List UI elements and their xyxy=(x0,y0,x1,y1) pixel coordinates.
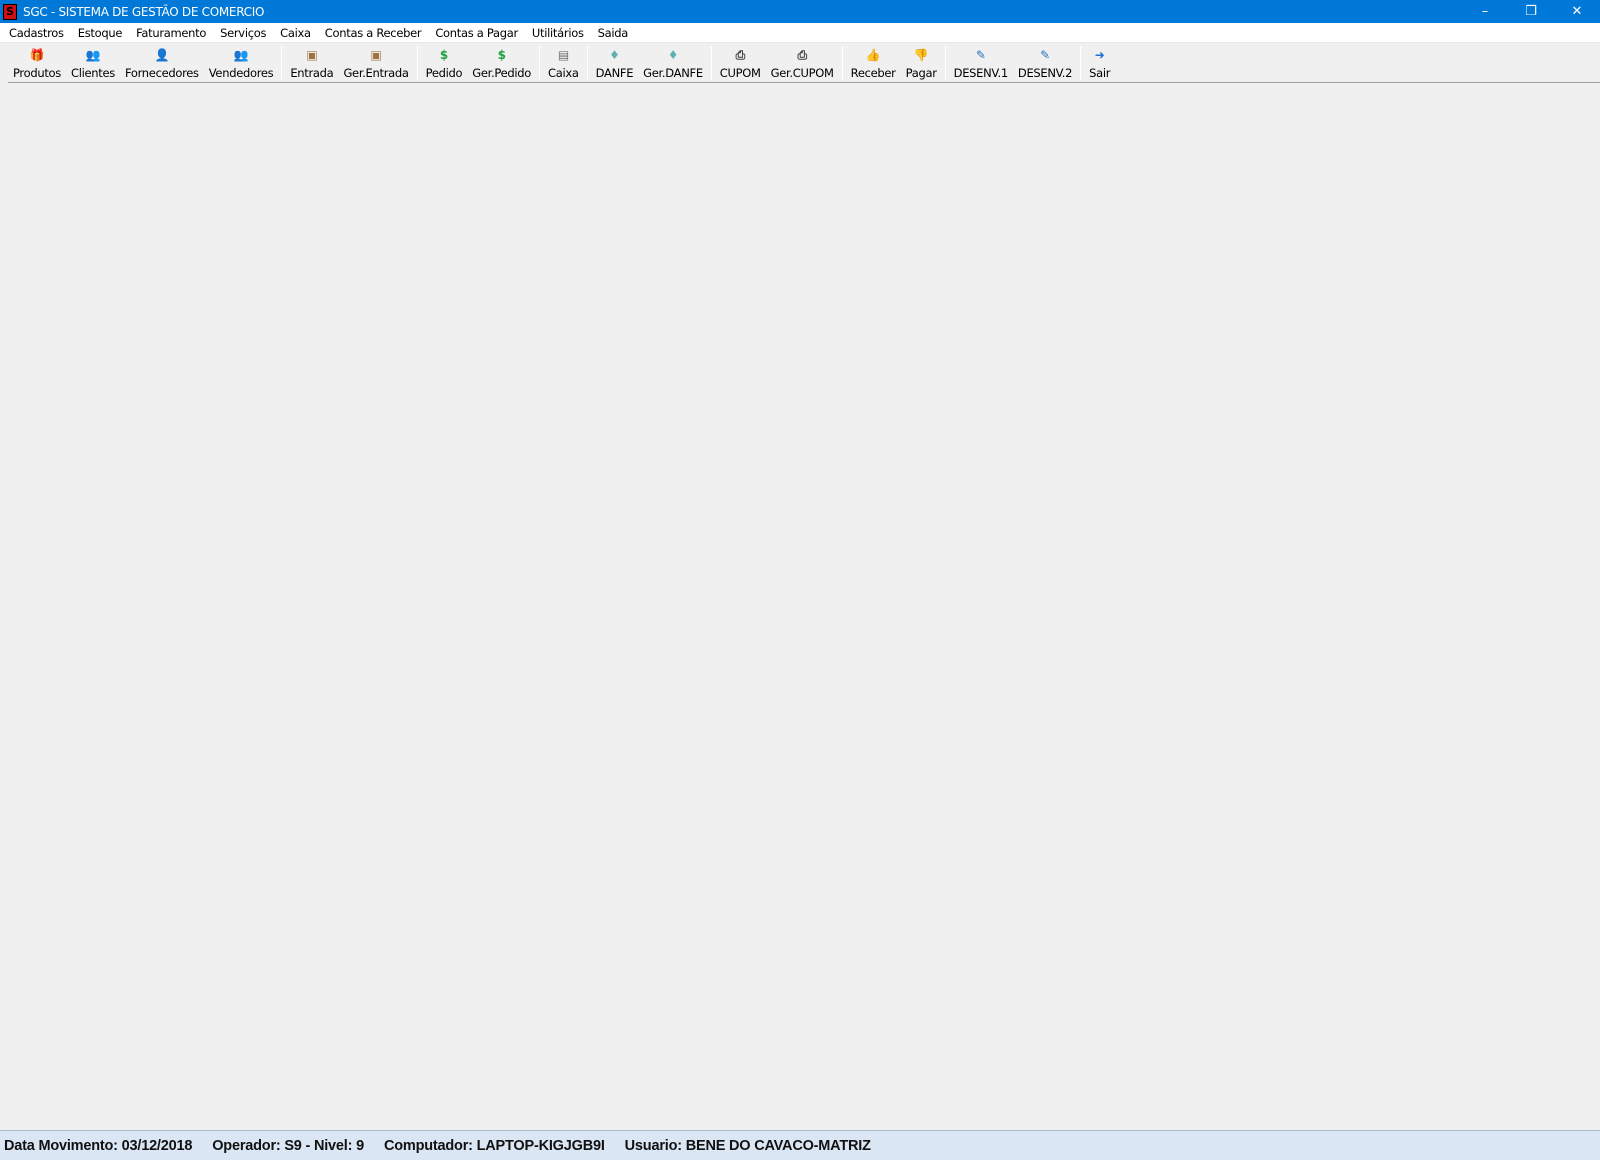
exit-door-icon: ➜ xyxy=(1094,48,1105,62)
toolbar-button-label: Produtos xyxy=(13,66,61,80)
menu-caixa[interactable]: Caixa xyxy=(273,26,318,40)
toolbar-button-desenv-1[interactable]: ✎ DESENV.1 xyxy=(949,46,1013,82)
toolbar-button-label: Clientes xyxy=(70,66,115,80)
toolbar-button-desenv-2[interactable]: ✎ DESENV.2 xyxy=(1013,46,1077,82)
dollar-icon: $ xyxy=(439,48,448,62)
entry-manage-icon: ▣ xyxy=(370,48,382,62)
toolbar-button-receber[interactable]: 👍 Receber xyxy=(846,46,901,82)
toolbar-button-label: DESENV.2 xyxy=(1017,66,1073,80)
menu-contas-a-receber[interactable]: Contas a Receber xyxy=(318,26,429,40)
users-icon: 👥 xyxy=(85,48,101,62)
toolbar-separator xyxy=(841,46,843,80)
toolbar-button-clientes[interactable]: 👥 Clientes xyxy=(66,46,120,82)
restore-button[interactable]: ❐ xyxy=(1508,0,1554,23)
toolbar-button-pagar[interactable]: 👎 Pagar xyxy=(901,46,942,82)
developer-2-icon: ✎ xyxy=(1040,48,1050,62)
toolbar-separator xyxy=(944,46,946,80)
printer-icon: ⎙ xyxy=(735,48,746,62)
toolbar-button-label: Caixa xyxy=(548,66,579,80)
toolbar-button-ger-cupom[interactable]: ⎙ Ger.CUPOM xyxy=(766,46,839,82)
toolbar-button-produtos[interactable]: 🎁 Produtos xyxy=(8,46,66,82)
toolbar-separator xyxy=(416,46,418,80)
toolbar-button-label: Fornecedores xyxy=(124,66,199,80)
toolbar-button-label: Entrada xyxy=(290,66,334,80)
toolbar-button-sair[interactable]: ➜ Sair xyxy=(1084,46,1115,82)
toolbar-button-label: DESENV.1 xyxy=(953,66,1009,80)
toolbar-button-ger-entrada[interactable]: ▣ Ger.Entrada xyxy=(338,46,413,82)
menu-cadastros[interactable]: Cadastros xyxy=(2,26,71,40)
toolbar-button-label: Ger.CUPOM xyxy=(770,66,834,80)
menu-faturamento[interactable]: Faturamento xyxy=(129,26,213,40)
status-usuario: Usuario: BENE DO CAVACO-MATRIZ xyxy=(624,1137,871,1154)
toolbar-button-fornecedores[interactable]: 👤 Fornecedores xyxy=(120,46,204,82)
toolbar-button-label: Receber xyxy=(850,66,896,80)
toolbar-button-label: CUPOM xyxy=(719,66,761,80)
toolbar-button-label: Ger.Pedido xyxy=(472,66,532,80)
toolbar-button-label: Ger.DANFE xyxy=(643,66,703,80)
toolbar-button-label: DANFE xyxy=(595,66,634,80)
close-button[interactable]: ✕ xyxy=(1554,0,1600,23)
toolbar-button-ger-pedido[interactable]: $ Ger.Pedido xyxy=(467,46,536,82)
toolbar-button-pedido[interactable]: $ Pedido xyxy=(421,46,468,82)
toolbar-button-ger-danfe[interactable]: ♦ Ger.DANFE xyxy=(638,46,708,82)
menu-estoque[interactable]: Estoque xyxy=(71,26,129,40)
dollar-manage-icon: $ xyxy=(497,48,506,62)
toolbar-separator xyxy=(710,46,712,80)
toolbar: 🎁 Produtos 👥 Clientes 👤 Fornecedores 👥 Vendedor… xyxy=(8,43,1600,83)
menu-servi-os[interactable]: Serviços xyxy=(213,26,273,40)
app-icon: S xyxy=(3,3,17,20)
toolbar-button-caixa[interactable]: ▤ Caixa xyxy=(543,46,584,82)
thumbs-down-icon: 👎 xyxy=(913,48,929,62)
toolbar-separator xyxy=(586,46,588,80)
toolbar-separator xyxy=(539,46,541,80)
menu-utilit-rios[interactable]: Utilitários xyxy=(525,26,591,40)
window-title: SGC - SISTEMA DE GESTÃO DE COMERCIO xyxy=(23,4,265,19)
toolbar-button-label: Sair xyxy=(1089,66,1111,80)
toolbar-button-label: Pagar xyxy=(905,66,937,80)
title-bar: S SGC - SISTEMA DE GESTÃO DE COMERCIO – … xyxy=(0,0,1600,23)
toolbar-button-cupom[interactable]: ⎙ CUPOM xyxy=(715,46,766,82)
menu-saida[interactable]: Saida xyxy=(591,26,635,40)
developer-icon: ✎ xyxy=(975,48,986,62)
menu-bar: Cadastros Estoque Faturamento Serviços Caixa… xyxy=(0,23,1600,43)
printer-manage-icon: ⎙ xyxy=(797,48,807,62)
toolbar-separator xyxy=(281,46,283,80)
toolbar-button-vendedores[interactable]: 👥 Vendedores xyxy=(204,46,279,82)
cash-register-icon: ▤ xyxy=(557,48,569,62)
menu-contas-a-pagar[interactable]: Contas a Pagar xyxy=(428,26,525,40)
toolbar-button-label: Ger.Entrada xyxy=(343,66,409,80)
toolbar-separator xyxy=(1080,46,1082,80)
toolbar-button-danfe[interactable]: ♦ DANFE xyxy=(591,46,639,82)
status-bar: Data Movimento: 03/12/2018 Operador: S9 … xyxy=(0,1130,1600,1160)
status-computador: Computador: LAPTOP-KIGJGB9I xyxy=(383,1137,605,1154)
toolbar-button-entrada[interactable]: ▣ Entrada xyxy=(285,46,338,82)
mdi-workspace xyxy=(0,86,1600,1130)
sellers-icon: 👥 xyxy=(233,48,249,62)
entry-box-icon: ▣ xyxy=(306,48,318,62)
thumbs-up-icon: 👍 xyxy=(865,48,881,62)
danfe-manage-icon: ♦ xyxy=(667,48,679,62)
minimize-button[interactable]: – xyxy=(1462,0,1508,23)
gift-icon: 🎁 xyxy=(29,48,45,62)
supplier-icon: 👤 xyxy=(154,48,170,62)
toolbar-button-label: Pedido xyxy=(425,66,463,80)
danfe-icon: ♦ xyxy=(609,48,620,62)
toolbar-button-label: Vendedores xyxy=(208,66,274,80)
status-operador: Operador: S9 - Nivel: 9 xyxy=(212,1137,364,1154)
status-data-movimento: Data Movimento: 03/12/2018 xyxy=(4,1137,193,1154)
